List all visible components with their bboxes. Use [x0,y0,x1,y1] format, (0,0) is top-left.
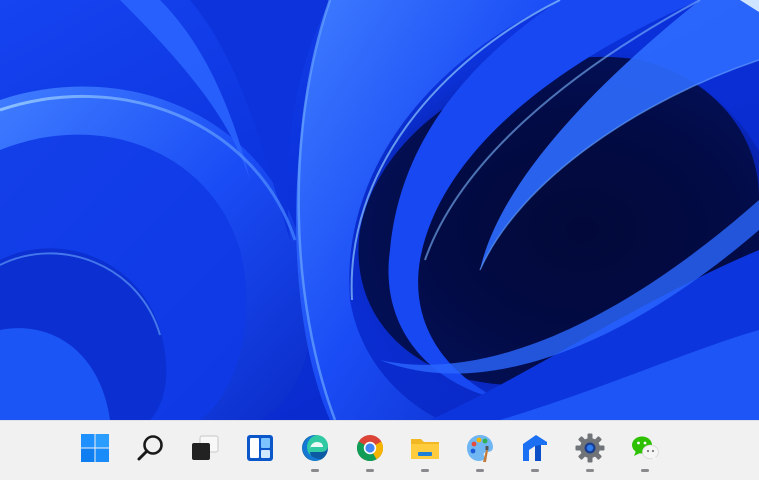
running-indicator [366,469,374,472]
search-icon [134,432,166,464]
gear-icon [574,432,606,464]
task-view-icon [189,432,221,464]
edge-icon [299,432,331,464]
taskbar-app-file-explorer[interactable] [405,431,445,472]
running-indicator [311,469,319,472]
widgets-icon [244,432,276,464]
folder-icon [409,432,441,464]
taskbar [0,420,759,480]
start-button[interactable] [75,431,115,471]
search-button[interactable] [130,431,170,471]
paint-palette-icon [464,432,496,464]
running-indicator [531,469,539,472]
running-indicator [476,469,484,472]
wechat-icon [629,432,661,464]
chrome-icon [354,432,386,464]
taskbar-app-paint[interactable] [460,431,500,472]
taskbar-app-wechat[interactable] [625,431,665,472]
running-indicator [586,469,594,472]
taskbar-app-arrow[interactable] [515,431,555,472]
taskbar-app-edge[interactable] [295,431,335,472]
blue-arrow-app-icon [519,432,551,464]
running-indicator [641,469,649,472]
widgets-button[interactable] [240,431,280,471]
task-view-button[interactable] [185,431,225,471]
windows-logo-icon [79,432,111,464]
taskbar-app-settings[interactable] [570,431,610,472]
desktop-wallpaper [0,0,759,420]
running-indicator [421,469,429,472]
taskbar-app-chrome[interactable] [350,431,390,472]
bloom-wallpaper-art [0,0,759,420]
